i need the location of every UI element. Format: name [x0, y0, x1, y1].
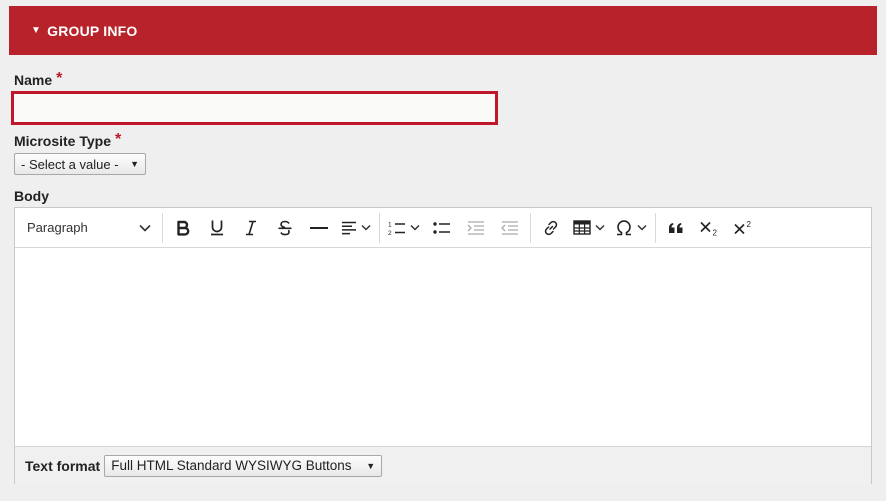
subscript-icon: 2: [700, 221, 718, 236]
numbered-list-dropdown[interactable]: 12: [383, 213, 425, 243]
strikethrough-icon: [278, 220, 292, 235]
italic-button[interactable]: [234, 213, 268, 243]
strikethrough-button[interactable]: [268, 213, 302, 243]
toolbar-separator: [655, 212, 656, 243]
dropdown-arrow-icon: ▼: [130, 159, 139, 169]
horizontal-line-icon: [310, 226, 328, 229]
indent-button[interactable]: [493, 213, 527, 243]
indent-icon: [501, 220, 518, 235]
superscript-icon: 2: [734, 220, 752, 234]
blockquote-icon: [669, 222, 683, 233]
underline-button[interactable]: [200, 213, 234, 243]
omega-icon: [617, 219, 631, 235]
align-dropdown[interactable]: [336, 213, 376, 243]
svg-text:1: 1: [388, 221, 392, 228]
bulleted-list-icon: [433, 221, 450, 234]
align-left-icon: [342, 221, 356, 234]
link-button[interactable]: [534, 213, 568, 243]
bold-button[interactable]: [166, 213, 200, 243]
numbered-list-icon: 12: [388, 221, 405, 236]
collapse-triangle-icon: ▼: [31, 25, 42, 36]
microsite-type-select[interactable]: - Select a value - ▼: [14, 153, 146, 175]
table-icon: [573, 220, 591, 235]
svg-text:2: 2: [747, 220, 752, 229]
text-format-select[interactable]: Full HTML Standard WYSIWYG Buttons ▼: [104, 454, 383, 477]
name-label: Name *: [14, 70, 63, 90]
group-info-header[interactable]: ▼ GROUP INFO: [9, 6, 877, 55]
blockquote-button[interactable]: [659, 213, 693, 243]
microsite-type-label-text: Microsite Type: [14, 133, 111, 149]
chevron-down-icon: [410, 224, 420, 231]
name-input[interactable]: [11, 91, 498, 125]
body-editor: Paragraph 12 2 2 Text format Full HTML S…: [14, 207, 872, 484]
table-dropdown[interactable]: [568, 213, 610, 243]
microsite-type-label: Microsite Type *: [14, 131, 122, 151]
chevron-down-icon: [139, 224, 151, 232]
paragraph-dropdown-label: Paragraph: [27, 220, 88, 235]
editor-content-area[interactable]: [15, 248, 871, 446]
subscript-button[interactable]: 2: [693, 213, 727, 243]
required-asterisk: *: [56, 70, 63, 87]
body-label: Body: [14, 188, 49, 204]
paragraph-dropdown[interactable]: Paragraph: [19, 213, 159, 243]
link-icon: [544, 220, 558, 235]
toolbar-separator: [379, 212, 380, 243]
special-characters-dropdown[interactable]: [610, 213, 652, 243]
svg-text:2: 2: [713, 228, 718, 236]
editor-toolbar: Paragraph 12 2 2: [15, 208, 871, 248]
toolbar-separator: [162, 212, 163, 243]
underline-icon: [211, 220, 223, 236]
svg-text:2: 2: [388, 230, 392, 236]
horizontal-line-button[interactable]: [302, 213, 336, 243]
superscript-button[interactable]: 2: [727, 213, 761, 243]
text-format-bar: Text format Full HTML Standard WYSIWYG B…: [15, 446, 871, 484]
group-info-title: GROUP INFO: [47, 22, 138, 39]
chevron-down-icon: [595, 224, 605, 231]
italic-icon: [246, 220, 256, 235]
chevron-down-icon: [637, 224, 647, 231]
bold-icon: [177, 220, 190, 236]
required-asterisk: *: [115, 131, 122, 148]
name-label-text: Name: [14, 72, 53, 88]
outdent-icon: [467, 220, 484, 235]
microsite-type-value: - Select a value -: [21, 156, 119, 172]
text-format-label: Text format: [25, 457, 101, 474]
toolbar-separator: [530, 212, 531, 243]
dropdown-arrow-icon: ▼: [366, 460, 376, 471]
outdent-button[interactable]: [459, 213, 493, 243]
chevron-down-icon: [361, 224, 371, 231]
bulleted-list-button[interactable]: [425, 213, 459, 243]
text-format-value: Full HTML Standard WYSIWYG Buttons: [111, 458, 352, 473]
